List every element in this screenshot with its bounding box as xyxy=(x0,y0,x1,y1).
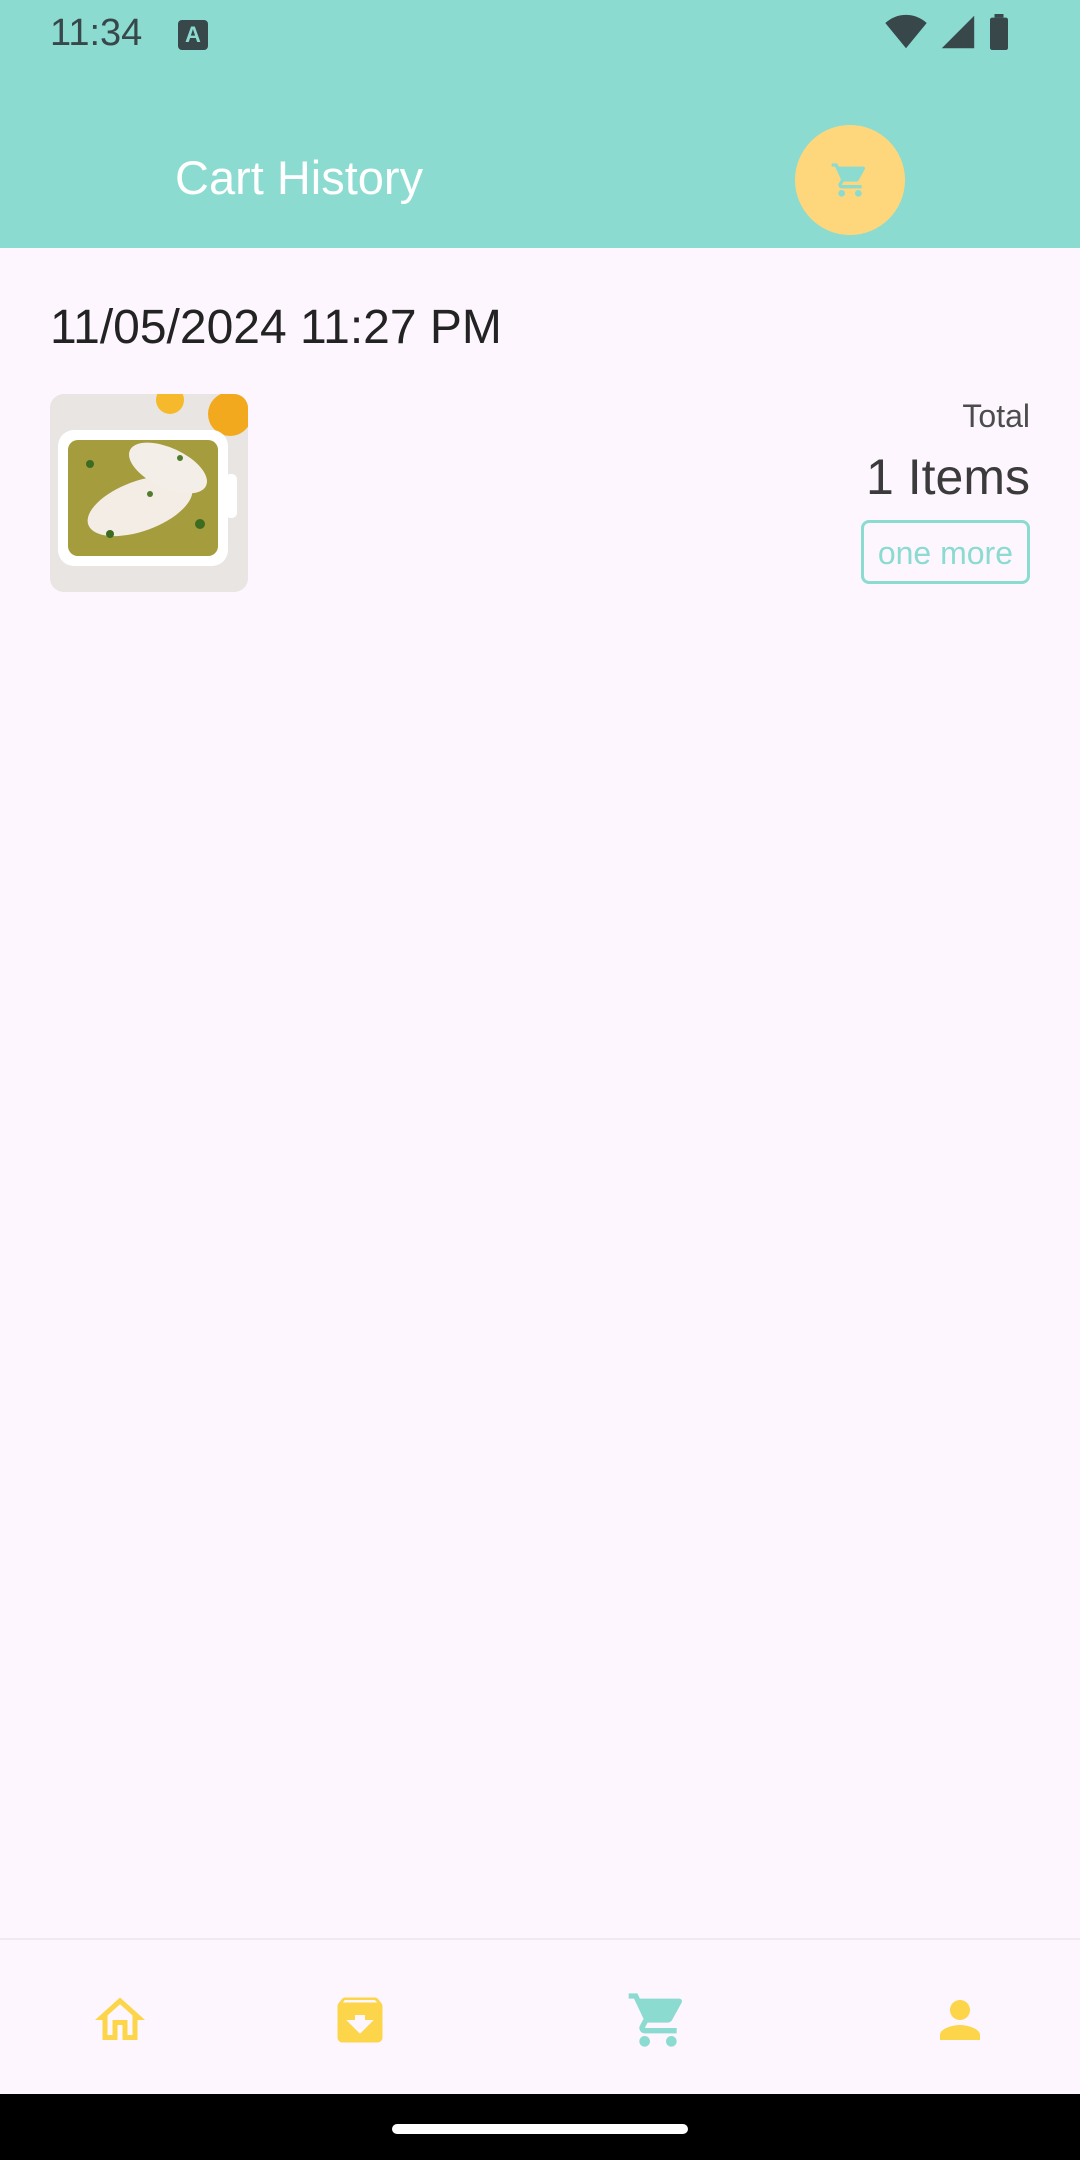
cellular-signal-icon xyxy=(941,15,975,49)
cart-icon xyxy=(628,1993,683,2047)
status-icons xyxy=(884,14,1010,50)
nav-home[interactable] xyxy=(88,1988,152,2052)
system-gesture-bar xyxy=(0,2094,1080,2160)
cart-button[interactable] xyxy=(795,125,905,235)
thumbnail-drawing xyxy=(50,394,248,592)
person-icon xyxy=(940,2000,980,2040)
nav-archive[interactable] xyxy=(328,1988,392,2052)
cart-icon xyxy=(831,163,866,197)
wifi-icon xyxy=(885,14,927,49)
status-time: 11:34 xyxy=(50,12,143,54)
home-icon xyxy=(95,1997,145,2040)
items-count: 1 Items xyxy=(866,449,1030,505)
bottom-navigation xyxy=(0,1938,1080,2096)
nav-profile[interactable] xyxy=(928,1988,992,2052)
gesture-handle[interactable] xyxy=(392,2124,688,2134)
archive-icon xyxy=(337,1997,383,2043)
one-more-button[interactable]: one more xyxy=(860,520,1030,584)
battery-icon xyxy=(990,14,1008,50)
status-app-icon: A xyxy=(178,20,208,50)
chicken-dish-image[interactable] xyxy=(50,394,248,592)
total-label: Total xyxy=(962,398,1030,434)
nav-cart[interactable] xyxy=(626,1988,690,2052)
app-header: 11:34 A Cart History xyxy=(0,0,1080,248)
history-entry-date: 11/05/2024 11:27 PM xyxy=(50,301,502,354)
page-title: Cart History xyxy=(175,151,424,204)
